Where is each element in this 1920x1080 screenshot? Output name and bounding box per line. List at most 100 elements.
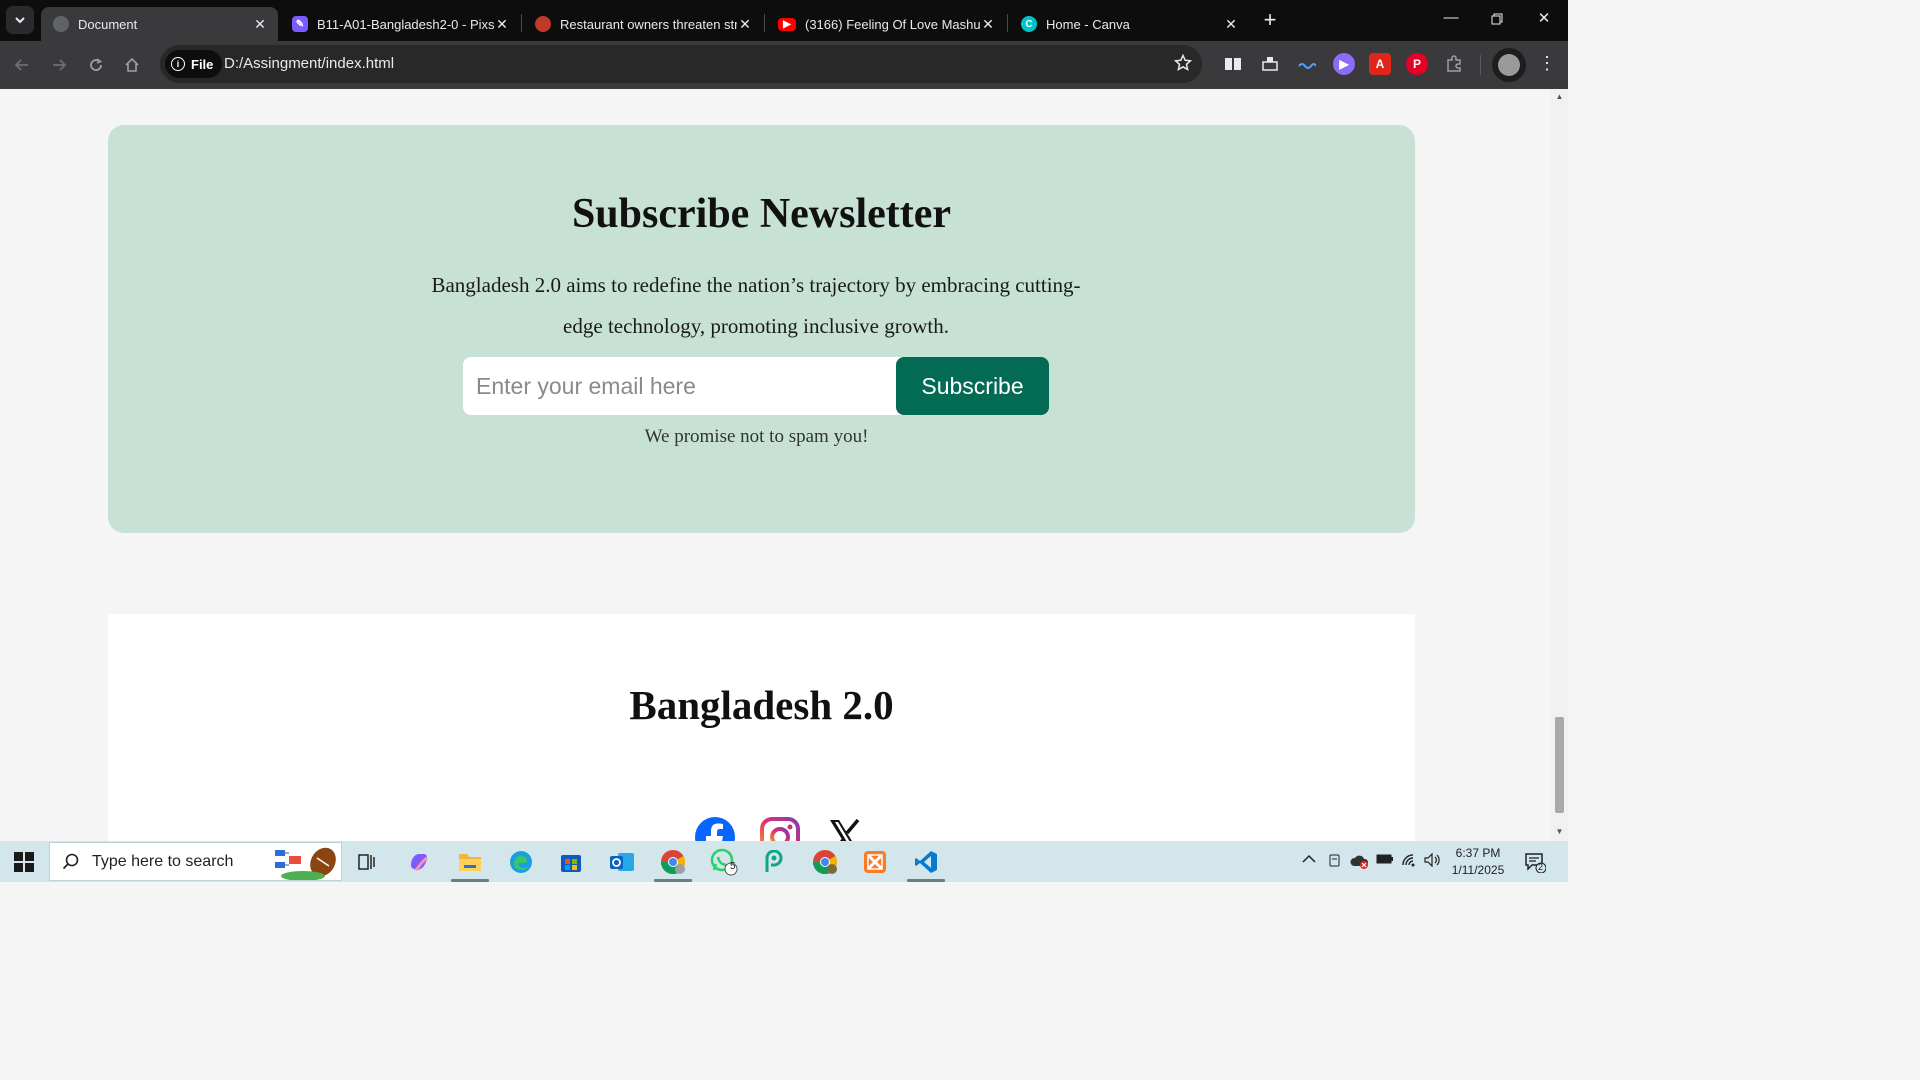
new-tab-button[interactable]: + (1258, 9, 1282, 33)
close-icon[interactable]: ✕ (252, 16, 268, 33)
scrollbar-thumb[interactable] (1555, 717, 1564, 813)
browser-tab-bar: Document ✕ ✎ B11-A01-Bangladesh2-0 - Pix… (0, 0, 1568, 41)
network-button[interactable] (1401, 853, 1419, 870)
file-explorer-button[interactable] (449, 846, 491, 882)
globe-icon (53, 16, 69, 32)
facebook-link[interactable] (694, 816, 736, 841)
search-icon (62, 853, 79, 869)
home-icon (125, 57, 139, 72)
search-placeholder: Type here to search (92, 852, 234, 870)
address-bar[interactable]: i File D:/Assingment/index.html (160, 45, 1202, 83)
edge-button[interactable] (500, 846, 542, 878)
tab-document[interactable]: Document ✕ (41, 7, 278, 41)
scroll-down-icon[interactable]: ▼ (1555, 827, 1564, 836)
search-highlight-icon (275, 847, 336, 880)
minimize-button[interactable]: — (1436, 9, 1466, 31)
whatsapp-button[interactable]: 5 (703, 846, 745, 878)
volume-icon (1424, 852, 1440, 868)
close-window-button[interactable]: ✕ (1529, 9, 1559, 31)
xampp-button[interactable] (854, 846, 896, 878)
instagram-link[interactable] (759, 816, 801, 841)
notification-center-button[interactable]: 2 (1524, 851, 1547, 874)
close-icon[interactable]: ✕ (980, 16, 996, 33)
x-link[interactable] (824, 816, 866, 841)
reload-icon (90, 58, 103, 71)
store-button[interactable] (550, 846, 592, 878)
copilot-button[interactable] (398, 846, 440, 878)
email-input[interactable] (463, 357, 903, 415)
arrow-left-icon (14, 59, 28, 71)
vscode-icon (915, 851, 937, 873)
close-icon[interactable]: ✕ (737, 16, 753, 33)
tab-canva[interactable]: C Home - Canva ✕ (1009, 7, 1249, 41)
extensions-menu-button[interactable] (1443, 53, 1465, 75)
chrome-profile-button[interactable] (804, 846, 846, 878)
extension-button[interactable] (1296, 53, 1318, 75)
extension-button[interactable]: ▶ (1333, 53, 1355, 75)
show-hidden-icons-button[interactable] (1302, 853, 1316, 868)
menu-button[interactable]: ⋮ (1538, 53, 1556, 77)
start-button[interactable] (14, 852, 34, 872)
onedrive-button[interactable] (1350, 853, 1370, 872)
site-footer: Bangladesh 2.0 (108, 614, 1415, 841)
battery-icon (1376, 854, 1393, 864)
youtube-icon: ▶ (778, 17, 796, 31)
forward-button[interactable] (47, 53, 71, 77)
restore-button[interactable] (1482, 9, 1512, 31)
taskbar-clock[interactable]: 6:37 PM 1/11/2025 (1446, 845, 1510, 879)
footer-title: Bangladesh 2.0 (629, 682, 894, 728)
restore-icon (1491, 13, 1503, 25)
taskbar-search[interactable]: Type here to search (49, 842, 342, 881)
outlook-icon (610, 853, 634, 871)
reading-list-button[interactable] (1222, 53, 1244, 75)
tray-meet-button[interactable] (1328, 853, 1342, 870)
xampp-icon (864, 851, 886, 873)
close-icon[interactable]: ✕ (494, 16, 510, 33)
wifi-icon (1402, 854, 1415, 867)
tab-youtube[interactable]: ▶ (3166) Feeling Of Love Mashup ✕ (766, 7, 1006, 41)
close-icon[interactable]: ✕ (1223, 16, 1239, 33)
tab-title: Restaurant owners threaten stri (560, 16, 737, 32)
outlook-button[interactable] (601, 846, 643, 878)
chrome-icon (661, 850, 686, 875)
scroll-up-icon[interactable]: ▲ (1555, 92, 1564, 101)
active-indicator (654, 879, 692, 882)
extension-button[interactable]: P (1406, 53, 1428, 75)
pycharm-button[interactable] (753, 846, 795, 878)
battery-button[interactable] (1376, 853, 1394, 868)
extension-button[interactable]: A (1369, 53, 1391, 75)
tab-search-button[interactable] (6, 6, 34, 34)
tab-separator (521, 14, 522, 32)
tab-title: Home - Canva (1046, 16, 1130, 32)
arrow-right-icon (53, 59, 67, 71)
info-icon: i (171, 57, 185, 71)
tab-separator (764, 14, 765, 32)
clock-time: 6:37 PM (1455, 846, 1501, 860)
page-scrollbar[interactable]: ▲ ▼ (1551, 89, 1568, 841)
reload-button[interactable] (84, 53, 108, 77)
active-indicator (451, 879, 489, 882)
back-button[interactable] (10, 53, 34, 77)
home-button[interactable] (120, 53, 144, 77)
extension-button[interactable] (1259, 53, 1281, 75)
bookmark-button[interactable] (1173, 53, 1193, 77)
windows-taskbar: Type here to search 5 6:37 PM 1/11/2025 … (0, 841, 1568, 882)
volume-button[interactable] (1424, 852, 1442, 870)
site-info-chip[interactable]: i File (165, 50, 223, 78)
tab-title: B11-A01-Bangladesh2-0 - Pixso (317, 16, 494, 32)
instagram-icon (760, 817, 800, 841)
profile-button[interactable] (1492, 48, 1526, 82)
copilot-icon (410, 854, 428, 872)
pixso-icon: ✎ (292, 16, 308, 32)
tab-pixso[interactable]: ✎ B11-A01-Bangladesh2-0 - Pixso ✕ (280, 7, 520, 41)
subscribe-button[interactable]: Subscribe (896, 357, 1049, 415)
puzzle-icon (1447, 55, 1461, 72)
news-icon (535, 16, 551, 32)
url-text[interactable]: D:/Assingment/index.html (224, 55, 394, 72)
vscode-button[interactable] (905, 846, 947, 882)
tab-title: Document (78, 16, 138, 32)
task-view-button[interactable] (346, 846, 388, 878)
app-icon (765, 850, 783, 872)
tab-news[interactable]: Restaurant owners threaten stri ✕ (523, 7, 763, 41)
chrome-button[interactable] (652, 846, 694, 882)
